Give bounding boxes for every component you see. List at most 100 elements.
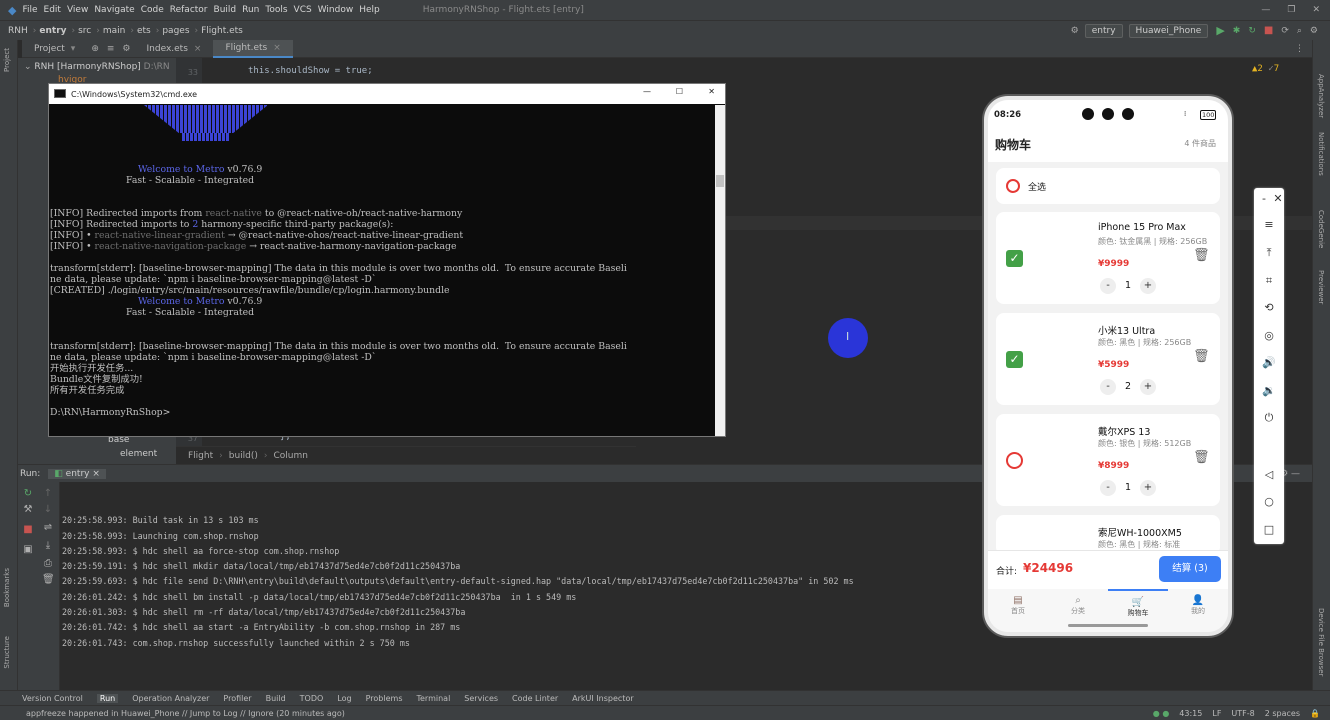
- phone-screen[interactable]: 08:26 ⁞ 100 购物车 4 件商品 全选 ✓ iPhone 15 Pro…: [988, 100, 1228, 632]
- menu-vcs[interactable]: VCS: [294, 5, 312, 15]
- cmd-prompt[interactable]: D:\RN\HarmonyRnShop>: [50, 407, 170, 418]
- menu-tools[interactable]: Tools: [265, 5, 287, 15]
- menu-window[interactable]: Window: [318, 5, 354, 15]
- location-icon[interactable]: ◎: [1254, 329, 1284, 342]
- crumb-flight[interactable]: Flight: [188, 451, 213, 461]
- menu-refactor[interactable]: Refactor: [170, 5, 208, 15]
- pin-icon[interactable]: ⤒: [1254, 246, 1284, 260]
- menu-edit[interactable]: Edit: [44, 5, 61, 15]
- scroll-thumb[interactable]: [716, 175, 724, 187]
- breadcrumb-main[interactable]: main: [103, 26, 126, 36]
- crumb-build[interactable]: build(): [229, 451, 258, 461]
- item-checkbox[interactable]: [1006, 452, 1023, 469]
- tool-operation-analyzer[interactable]: Operation Analyzer: [132, 694, 209, 703]
- tool-todo[interactable]: TODO: [300, 694, 324, 703]
- back-icon[interactable]: ◁: [1254, 468, 1284, 481]
- quantity-decrease-button[interactable]: -: [1100, 278, 1116, 294]
- chevron-down-icon[interactable]: ▾: [71, 44, 76, 54]
- minimize-icon[interactable]: —: [1261, 5, 1270, 15]
- menu-help[interactable]: Help: [359, 5, 380, 15]
- minimize-icon[interactable]: —: [643, 87, 651, 96]
- tool-build[interactable]: Build: [266, 694, 286, 703]
- tab-project[interactable]: Project ▾: [22, 40, 87, 58]
- project-root[interactable]: ⌄ RNH [HarmonyRNShop] D:\RN: [24, 62, 170, 72]
- tab-home[interactable]: ▤ 首页: [988, 589, 1048, 632]
- search-icon[interactable]: ⌕: [1297, 26, 1302, 36]
- home-icon[interactable]: ○: [1254, 495, 1284, 508]
- tree-item[interactable]: element: [120, 449, 157, 459]
- menu-build[interactable]: Build: [214, 5, 237, 15]
- close-tab-icon[interactable]: ×: [194, 44, 202, 54]
- debug-icon[interactable]: ✱: [1233, 26, 1241, 36]
- menu-code[interactable]: Code: [141, 5, 164, 15]
- structure-tool-label[interactable]: Structure: [3, 636, 11, 669]
- scroll-end-icon[interactable]: ⤓: [42, 540, 54, 552]
- item-checkbox[interactable]: ✓: [1006, 250, 1023, 267]
- file-encoding[interactable]: UTF-8: [1231, 709, 1254, 718]
- tab-index[interactable]: Index.ets ×: [135, 40, 214, 58]
- tool-version-control[interactable]: Version Control: [22, 694, 83, 703]
- warnings-indicator[interactable]: ▲2 ✓7: [1252, 64, 1279, 74]
- gear-icon[interactable]: ⚙: [1310, 26, 1318, 36]
- recents-icon[interactable]: □: [1254, 523, 1284, 536]
- layout-icon[interactable]: ▣: [22, 544, 34, 556]
- menu-icon[interactable]: ≡: [1254, 218, 1284, 231]
- device-select[interactable]: Huawei_Phone: [1128, 23, 1209, 38]
- power-icon[interactable]: ⏻: [1254, 411, 1284, 425]
- lock-icon[interactable]: 🔒: [1310, 709, 1320, 718]
- quantity-decrease-button[interactable]: -: [1100, 379, 1116, 395]
- run-icon[interactable]: ▶: [1216, 24, 1224, 37]
- status-message[interactable]: appfreeze happened in Huawei_Phone // Ju…: [26, 709, 345, 718]
- settings-icon[interactable]: ⚙: [1071, 26, 1079, 36]
- breadcrumb-entry[interactable]: entry: [39, 26, 66, 36]
- maximize-icon[interactable]: ☐: [676, 87, 683, 96]
- tool-services[interactable]: Services: [464, 694, 498, 703]
- project-tool-label[interactable]: Project: [3, 48, 11, 72]
- rotate-icon[interactable]: ⟲: [1254, 301, 1284, 314]
- select-all-checkbox[interactable]: [1006, 179, 1020, 193]
- crop-icon[interactable]: ⌗: [1254, 274, 1284, 288]
- collapse-icon[interactable]: ≡: [107, 44, 115, 54]
- device-file-browser-label[interactable]: Device File Browser: [1317, 608, 1325, 676]
- tool-problems[interactable]: Problems: [366, 694, 403, 703]
- quantity-increase-button[interactable]: +: [1140, 379, 1156, 395]
- more-icon[interactable]: ⋮: [1295, 44, 1304, 54]
- down-icon[interactable]: ↓: [42, 504, 54, 516]
- quantity-increase-button[interactable]: +: [1140, 278, 1156, 294]
- checkout-button[interactable]: 结算 (3): [1159, 556, 1221, 582]
- volume-down-icon[interactable]: 🔉: [1254, 384, 1284, 397]
- tool-arkui-inspector[interactable]: ArkUI Inspector: [572, 694, 633, 703]
- tool-code-linter[interactable]: Code Linter: [512, 694, 558, 703]
- wrap-icon[interactable]: ⇌: [42, 522, 54, 534]
- tool-terminal[interactable]: Terminal: [416, 694, 450, 703]
- select-all-row[interactable]: 全选: [996, 168, 1220, 204]
- gear-icon[interactable]: ⚙: [122, 44, 130, 54]
- breadcrumb-pages[interactable]: pages: [162, 26, 189, 36]
- print-icon[interactable]: ⎙: [42, 558, 54, 570]
- quantity-increase-button[interactable]: +: [1140, 480, 1156, 496]
- menu-navigate[interactable]: Navigate: [94, 5, 134, 15]
- close-icon[interactable]: ✕: [1312, 5, 1320, 15]
- close-icon[interactable]: ✕: [708, 87, 715, 96]
- restore-icon[interactable]: ❐: [1287, 5, 1295, 15]
- breadcrumb-file[interactable]: Flight.ets: [201, 26, 243, 36]
- stop-icon[interactable]: ■: [22, 524, 34, 536]
- sync-icon[interactable]: ⟳: [1281, 26, 1289, 36]
- cmd-scrollbar[interactable]: [715, 105, 725, 436]
- wrench-icon[interactable]: ⚒: [22, 504, 34, 516]
- tool-profiler[interactable]: Profiler: [223, 694, 251, 703]
- tool-log[interactable]: Log: [337, 694, 351, 703]
- tab-flight[interactable]: Flight.ets ×: [213, 39, 293, 58]
- menu-run[interactable]: Run: [242, 5, 259, 15]
- notifications-tool-label[interactable]: Notifications: [1317, 132, 1325, 176]
- breadcrumb-project[interactable]: RNH: [8, 26, 28, 36]
- trash-icon[interactable]: 🗑: [1193, 450, 1210, 465]
- breadcrumb-ets[interactable]: ets: [137, 26, 151, 36]
- menu-file[interactable]: File: [22, 5, 37, 15]
- tab-mine[interactable]: 👤 我的: [1168, 589, 1228, 632]
- run-config-tab[interactable]: ◧ entry ×: [48, 468, 106, 479]
- breadcrumb-src[interactable]: src: [78, 26, 91, 36]
- up-icon[interactable]: ↑: [42, 488, 54, 500]
- crumb-column[interactable]: Column: [274, 451, 308, 461]
- caret-position[interactable]: 43:15: [1179, 709, 1202, 718]
